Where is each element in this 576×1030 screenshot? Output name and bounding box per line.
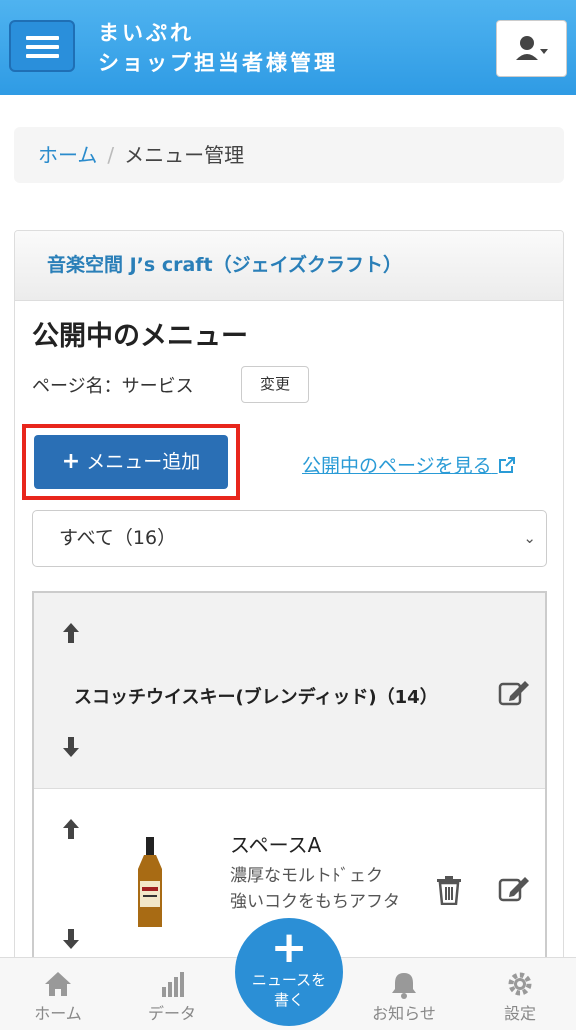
- edit-icon[interactable]: [498, 875, 530, 903]
- arrow-down-icon[interactable]: [62, 735, 80, 759]
- tab-home-label: ホーム: [34, 1004, 82, 1023]
- brand-title: まいぷれ ショップ担当者様管理: [98, 18, 338, 78]
- arrow-up-icon[interactable]: [62, 621, 80, 645]
- tab-settings-label: 設定: [503, 1004, 536, 1023]
- hamburger-icon-bar: [26, 45, 59, 49]
- breadcrumb-current: メニュー管理: [124, 143, 245, 167]
- hamburger-menu-button[interactable]: [9, 20, 75, 72]
- breadcrumb: ホーム / メニュー管理: [14, 127, 564, 183]
- filter-selected-value: すべて（16）: [59, 527, 177, 549]
- category-filter-select[interactable]: すべて（16） ⌄: [32, 510, 547, 567]
- shop-name-link[interactable]: 音楽空間 J’s craft（ジェイズクラフト）: [15, 231, 563, 301]
- tab-notice-label: お知らせ: [372, 1004, 436, 1023]
- external-link-icon: [498, 457, 515, 473]
- view-public-page-link[interactable]: 公開中のページを見る: [302, 451, 516, 478]
- breadcrumb-separator: /: [107, 143, 115, 167]
- hamburger-icon-bar: [26, 54, 59, 58]
- category-row: スコッチウイスキー(ブレンディッド)（14）: [34, 593, 545, 789]
- caret-down-icon: [540, 49, 548, 54]
- hamburger-icon: [26, 36, 59, 40]
- highlight-box: + メニュー追加: [22, 424, 240, 500]
- brand-line2: ショップ担当者様管理: [98, 51, 338, 75]
- write-news-label-line2: 書く: [273, 991, 304, 1009]
- bell-icon: [392, 973, 416, 999]
- chevron-down-icon: ⌄: [523, 529, 536, 547]
- brand-line1: まいぷれ: [98, 21, 194, 45]
- arrow-up-icon[interactable]: [62, 817, 80, 841]
- breadcrumb-home-link[interactable]: ホーム: [38, 143, 97, 167]
- write-news-label-line1: ニュースを: [251, 971, 327, 989]
- menu-item-desc-line2: 強いコクをもちアフタ: [230, 892, 400, 912]
- bar-chart-icon: [162, 972, 184, 997]
- user-menu-button[interactable]: [496, 20, 567, 77]
- page-name-label: ページ名：サービス: [32, 376, 194, 397]
- edit-icon[interactable]: [498, 679, 530, 707]
- change-page-name-button[interactable]: 変更: [241, 366, 309, 403]
- tab-home[interactable]: ホーム: [8, 968, 108, 1024]
- gear-icon: [508, 972, 532, 996]
- add-menu-button[interactable]: + メニュー追加: [34, 435, 228, 489]
- page-title: 公開中のメニュー: [32, 321, 248, 352]
- arrow-down-icon[interactable]: [62, 927, 80, 951]
- tab-data[interactable]: データ: [122, 968, 222, 1024]
- tab-settings[interactable]: 設定: [470, 968, 570, 1024]
- menu-item-desc-line1: 濃厚なモルトﾄﾞェク: [230, 866, 383, 886]
- menu-item-description: 濃厚なモルトﾄﾞェク 強いコクをもちアフタ: [230, 863, 412, 915]
- add-menu-label: メニュー追加: [86, 451, 201, 473]
- category-name: スコッチウイスキー(ブレンディッド)（14）: [74, 687, 438, 708]
- home-icon: [45, 972, 71, 996]
- trash-icon[interactable]: [436, 875, 462, 905]
- menu-panel: 音楽空間 J’s craft（ジェイズクラフト） 公開中のメニュー ページ名：サ…: [14, 230, 564, 990]
- user-icon: [516, 36, 548, 60]
- plus-icon: +: [270, 922, 308, 973]
- app-header: まいぷれ ショップ担当者様管理: [0, 0, 576, 95]
- tab-data-label: データ: [147, 1004, 196, 1023]
- write-news-button[interactable]: + ニュースを 書く: [235, 918, 343, 1026]
- plus-icon: +: [61, 449, 81, 474]
- view-public-page-label: 公開中のページを見る: [302, 455, 492, 477]
- tab-notice[interactable]: お知らせ: [354, 968, 454, 1024]
- menu-item-thumbnail: [138, 837, 162, 927]
- menu-item-name: スペースA: [230, 833, 322, 857]
